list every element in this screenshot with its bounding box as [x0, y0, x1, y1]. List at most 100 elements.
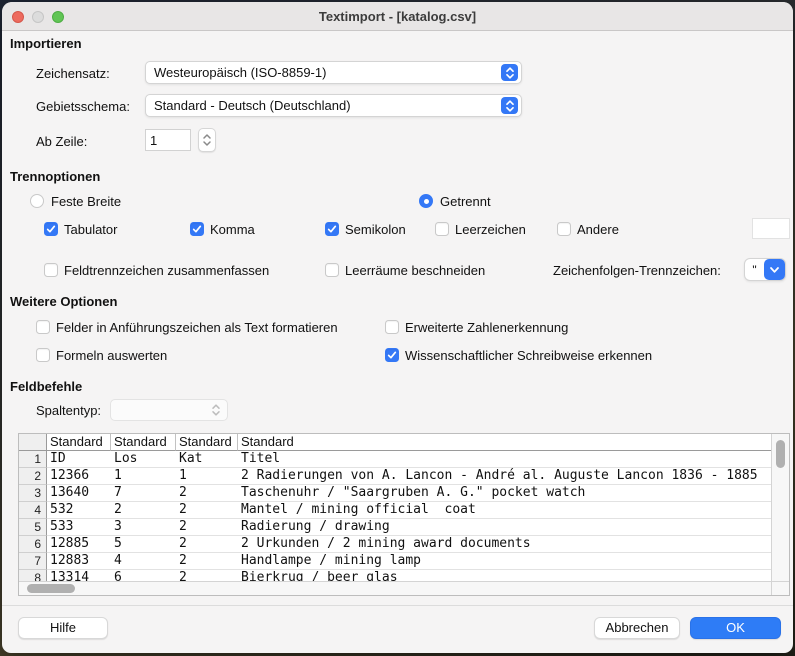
- checkbox-box: [190, 222, 204, 236]
- data-cell: 1: [111, 468, 176, 485]
- help-button[interactable]: Hilfe: [18, 617, 108, 639]
- column-header[interactable]: Standard: [47, 434, 111, 451]
- checkbox-trim-spaces[interactable]: Leerräume beschneiden: [325, 262, 485, 278]
- checkbox-box: [44, 222, 58, 236]
- column-header[interactable]: Standard: [176, 434, 238, 451]
- vertical-scrollbar[interactable]: [771, 434, 789, 581]
- data-cell: 5: [111, 536, 176, 553]
- checkbox-scientific-notation[interactable]: Wissenschaftlicher Schreibweise erkennen: [385, 347, 652, 363]
- charset-select[interactable]: Westeuropäisch (ISO-8859-1): [145, 61, 522, 84]
- table-row[interactable]: 612885522 Urkunden / 2 mining award docu…: [19, 536, 771, 553]
- row-number-cell: 6: [19, 536, 47, 553]
- checkbox-box: [385, 320, 399, 334]
- locale-label: Gebietsschema:: [36, 99, 130, 114]
- string-delimiter-combo[interactable]: ": [744, 258, 786, 281]
- row-number-cell: 2: [19, 468, 47, 485]
- section-fields-heading: Feldbefehle: [10, 379, 82, 394]
- data-cell: 2 Urkunden / 2 mining award documents: [238, 536, 771, 553]
- ok-button[interactable]: OK: [690, 617, 781, 639]
- table-row[interactable]: 81331462Bierkrug / beer glas: [19, 570, 771, 581]
- checkbox-special-numbers[interactable]: Erweiterte Zahlenerkennung: [385, 319, 568, 335]
- data-cell: Radierung / drawing: [238, 519, 771, 536]
- data-cell: 12366: [47, 468, 111, 485]
- checkbox-label: Erweiterte Zahlenerkennung: [405, 320, 568, 335]
- minimize-button[interactable]: [32, 11, 44, 23]
- row-number-cell: 8: [19, 570, 47, 581]
- table-row[interactable]: 31364072Taschenuhr / "Saargruben A. G." …: [19, 485, 771, 502]
- checkbox-label: Semikolon: [345, 222, 406, 237]
- checkbox-box: [435, 222, 449, 236]
- data-cell: 2 Radierungen von A. Lancon - André al. …: [238, 468, 771, 485]
- data-cell: 13640: [47, 485, 111, 502]
- checkbox-label: Leerzeichen: [455, 222, 526, 237]
- section-separators-heading: Trennoptionen: [10, 169, 100, 184]
- radio-circle: [419, 194, 433, 208]
- zoom-button[interactable]: [52, 11, 64, 23]
- data-cell: 2: [176, 485, 238, 502]
- cancel-button[interactable]: Abbrechen: [594, 617, 680, 639]
- row-number-cell: 4: [19, 502, 47, 519]
- column-header[interactable]: Standard: [238, 434, 771, 451]
- data-cell: 1: [176, 468, 238, 485]
- data-cell: 2: [176, 502, 238, 519]
- checkbox-evaluate-formulas[interactable]: Formeln auswerten: [36, 347, 167, 363]
- scrollbar-corner: [771, 581, 789, 595]
- other-delimiter-input[interactable]: [752, 218, 790, 239]
- table-row[interactable]: 71288342Handlampe / mining lamp: [19, 553, 771, 570]
- checkbox-quoted-as-text[interactable]: Felder in Anführungszeichen als Text for…: [36, 319, 338, 335]
- preview-table-area: Standard Standard Standard Standard 1IDL…: [19, 434, 771, 581]
- data-cell: 3: [111, 519, 176, 536]
- row-number-cell: 3: [19, 485, 47, 502]
- checkbox-leerzeichen[interactable]: Leerzeichen: [435, 221, 526, 237]
- data-cell: 4: [111, 553, 176, 570]
- data-cell: Taschenuhr / "Saargruben A. G." pocket w…: [238, 485, 771, 502]
- checkbox-box: [36, 348, 50, 362]
- table-header-row[interactable]: Standard Standard Standard Standard: [19, 434, 771, 451]
- checkbox-label: Feldtrennzeichen zusammenfassen: [64, 263, 269, 278]
- data-cell: Bierkrug / beer glas: [238, 570, 771, 581]
- title-bar[interactable]: Textimport - [katalog.csv]: [2, 2, 793, 31]
- from-row-stepper[interactable]: [198, 128, 216, 152]
- row-number-cell: 1: [19, 451, 47, 468]
- checkbox-box: [557, 222, 571, 236]
- checkbox-label: Formeln auswerten: [56, 348, 167, 363]
- table-row[interactable]: 212366112 Radierungen von A. Lancon - An…: [19, 468, 771, 485]
- horizontal-scrollbar[interactable]: [19, 581, 771, 595]
- column-type-label: Spaltentyp:: [36, 403, 101, 418]
- table-row[interactable]: 553332Radierung / drawing: [19, 519, 771, 536]
- data-cell: 12883: [47, 553, 111, 570]
- string-delimiter-value: ": [745, 263, 764, 277]
- from-row-input[interactable]: [145, 129, 191, 151]
- chevron-updown-icon: [501, 97, 518, 114]
- close-button[interactable]: [12, 11, 24, 23]
- locale-value: Standard - Deutsch (Deutschland): [146, 98, 501, 113]
- vertical-scrollbar-thumb[interactable]: [776, 440, 785, 468]
- window-title: Textimport - [katalog.csv]: [2, 2, 793, 31]
- checkbox-label: Felder in Anführungszeichen als Text for…: [56, 320, 338, 335]
- data-cell: 7: [111, 485, 176, 502]
- horizontal-scrollbar-thumb[interactable]: [27, 584, 75, 593]
- data-cell: Mantel / mining official coat: [238, 502, 771, 519]
- data-cell: 2: [176, 536, 238, 553]
- checkbox-label: Tabulator: [64, 222, 117, 237]
- chevron-down-icon: [764, 259, 785, 280]
- checkbox-merge-delimiters[interactable]: Feldtrennzeichen zusammenfassen: [44, 262, 269, 278]
- table-row[interactable]: 453222Mantel / mining official coat: [19, 502, 771, 519]
- checkbox-tabulator[interactable]: Tabulator: [44, 221, 117, 237]
- data-cell: 12885: [47, 536, 111, 553]
- footer-divider: [2, 605, 793, 606]
- checkbox-andere[interactable]: Andere: [557, 221, 619, 237]
- radio-fixed-width-label: Feste Breite: [51, 194, 121, 209]
- chevron-updown-icon: [207, 402, 224, 419]
- radio-delimited[interactable]: Getrennt: [419, 193, 491, 209]
- checkbox-label: Komma: [210, 222, 255, 237]
- data-cell: ID: [47, 451, 111, 468]
- row-number-cell: 7: [19, 553, 47, 570]
- column-header[interactable]: Standard: [111, 434, 176, 451]
- checkbox-komma[interactable]: Komma: [190, 221, 255, 237]
- locale-select[interactable]: Standard - Deutsch (Deutschland): [145, 94, 522, 117]
- checkbox-semikolon[interactable]: Semikolon: [325, 221, 406, 237]
- table-row[interactable]: 1IDLosKatTitel: [19, 451, 771, 468]
- checkbox-box: [36, 320, 50, 334]
- radio-fixed-width[interactable]: Feste Breite: [30, 193, 121, 209]
